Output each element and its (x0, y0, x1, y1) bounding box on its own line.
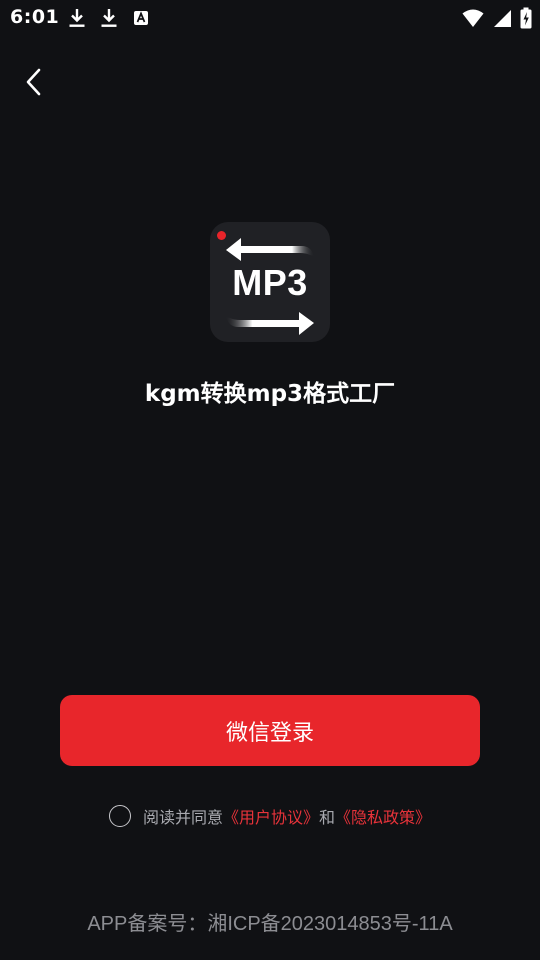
status-system-icons (462, 7, 532, 29)
app-name: kgm转换mp3格式工厂 (144, 381, 396, 407)
logo-text: MP3 (232, 262, 308, 303)
agreement-and: 和 (319, 808, 336, 827)
app-logo: MP3 (210, 222, 330, 342)
wechat-login-button[interactable]: 微信登录 (60, 695, 480, 766)
battery-charging-icon (520, 7, 532, 29)
wifi-icon (462, 9, 484, 27)
status-time: 6:01 (10, 6, 60, 28)
download-icon (69, 9, 85, 27)
privacy-policy-link[interactable]: 《隐私政策》 (335, 804, 431, 828)
status-notification-icons (68, 8, 150, 28)
download-icon (101, 9, 117, 27)
login-screen: 6:01 MP3 kgm转换mp3格式工厂 微信登录 阅读并同意 《用户协议》 … (0, 0, 540, 960)
cellular-signal-icon (494, 10, 511, 27)
back-button[interactable] (14, 62, 54, 102)
agreement-row: 阅读并同意 《用户协议》 和 《隐私政策》 (0, 804, 540, 828)
chevron-left-icon (26, 68, 41, 96)
user-agreement-link[interactable]: 《用户协议》 (223, 804, 319, 828)
agree-checkbox[interactable] (108, 805, 131, 827)
text-a-icon (134, 11, 148, 25)
logo-red-dot (217, 231, 226, 240)
icp-record-text: APP备案号：湘ICP备2023014853号-11A (87, 913, 453, 935)
agreement-prefix: 阅读并同意 (142, 808, 223, 827)
status-bar: 6:01 (0, 0, 540, 36)
